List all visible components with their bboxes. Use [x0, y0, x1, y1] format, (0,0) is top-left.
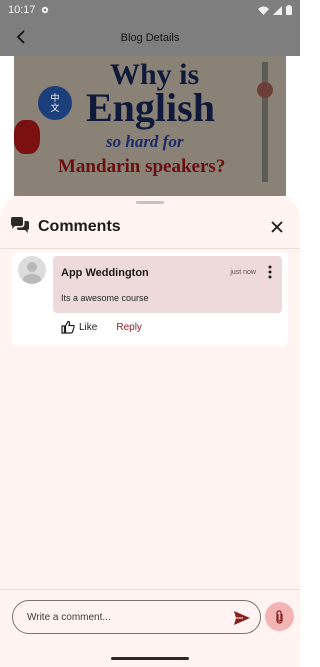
comment-composer [12, 600, 261, 634]
attach-button[interactable] [265, 602, 294, 631]
hero-line-2: English [86, 85, 215, 130]
comments-sheet: Comments App Weddington just now Its a a… [0, 196, 300, 667]
sheet-drag-handle[interactable] [136, 201, 164, 204]
hero-line-3: so hard for [106, 132, 184, 151]
composer-divider [0, 589, 300, 590]
like-button[interactable]: Like [61, 320, 97, 334]
comment-bubble: App Weddington just now Its a awesome co… [53, 256, 282, 313]
comment-actions: Like Reply [61, 317, 142, 337]
tower-ball-decoration [257, 82, 273, 98]
like-label: Like [79, 321, 98, 333]
lantern-decoration [14, 120, 40, 154]
avatar[interactable] [18, 256, 46, 284]
blog-hero-image: 中文 Why is English so hard for Mandarin s… [14, 56, 286, 196]
sheet-header: Comments [0, 212, 300, 248]
attach-icon [275, 609, 283, 624]
settings-icon [41, 6, 48, 14]
send-icon[interactable] [234, 611, 250, 625]
reply-button[interactable]: Reply [116, 322, 142, 333]
status-time: 10:17 [8, 4, 36, 16]
tower-decoration [262, 62, 268, 182]
user-avatar-icon [22, 262, 42, 284]
wifi-icon [258, 6, 269, 15]
system-nav-handle[interactable] [111, 657, 189, 660]
comment-timestamp: just now [230, 269, 256, 276]
comment-text: Its a awesome course [61, 293, 149, 303]
hero-line-4: Mandarin speakers? [58, 156, 226, 177]
sheet-title: Comments [38, 218, 121, 235]
more-vert-icon[interactable] [268, 265, 272, 279]
app-bar: Blog Details [0, 20, 300, 56]
comments-icon [11, 217, 29, 233]
back-arrow-icon[interactable] [14, 29, 30, 45]
comment-author: App Weddington [61, 267, 149, 279]
comment-input[interactable] [27, 601, 227, 633]
comment-item: App Weddington just now Its a awesome co… [12, 252, 288, 346]
battery-icon [286, 5, 292, 15]
page-title: Blog Details [120, 32, 180, 44]
status-bar: 10:17 [0, 0, 300, 20]
thumb-up-icon [61, 320, 75, 334]
divider [0, 248, 300, 249]
signal-icon [273, 5, 282, 15]
close-icon[interactable] [270, 220, 284, 234]
chinese-seal-logo: 中文 [38, 86, 72, 120]
